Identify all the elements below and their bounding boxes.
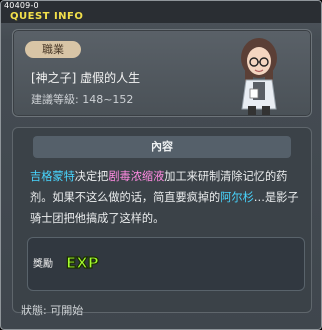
desc-text-1: 决定把 — [74, 170, 109, 183]
quest-type-badge: 職業 — [25, 41, 81, 58]
quest-id: 40409-0 — [4, 1, 39, 10]
recommended-level: 建議等級: 148~152 — [31, 93, 134, 106]
quest-name: [神之子] 虚假的人生 — [31, 71, 141, 85]
window-title: QUEST INFO — [10, 11, 84, 22]
reward-label: 獎勵 — [33, 259, 53, 270]
exp-label: EXP — [66, 254, 99, 272]
item-name-link: 剧毒浓缩液 — [108, 170, 165, 183]
character-name-link: 阿尔杉 — [220, 191, 254, 204]
quest-status: 狀態: 可開始 — [21, 304, 84, 317]
quest-info-window: 40409-0 QUEST INFO 職業 [神之子] 虚假的人生 建議等級: … — [0, 0, 322, 330]
quest-description: 吉格蒙特决定把剧毒浓缩液加工来研制清除记忆的药剂。如果不这么做的话，简直要疯掉的… — [30, 166, 302, 229]
npc-name-link: 吉格蒙特 — [30, 170, 75, 183]
npc-avatar — [241, 38, 277, 115]
content-section-title: 內容 — [33, 136, 291, 158]
exp-reward-icon[interactable]: EXP — [65, 252, 101, 272]
